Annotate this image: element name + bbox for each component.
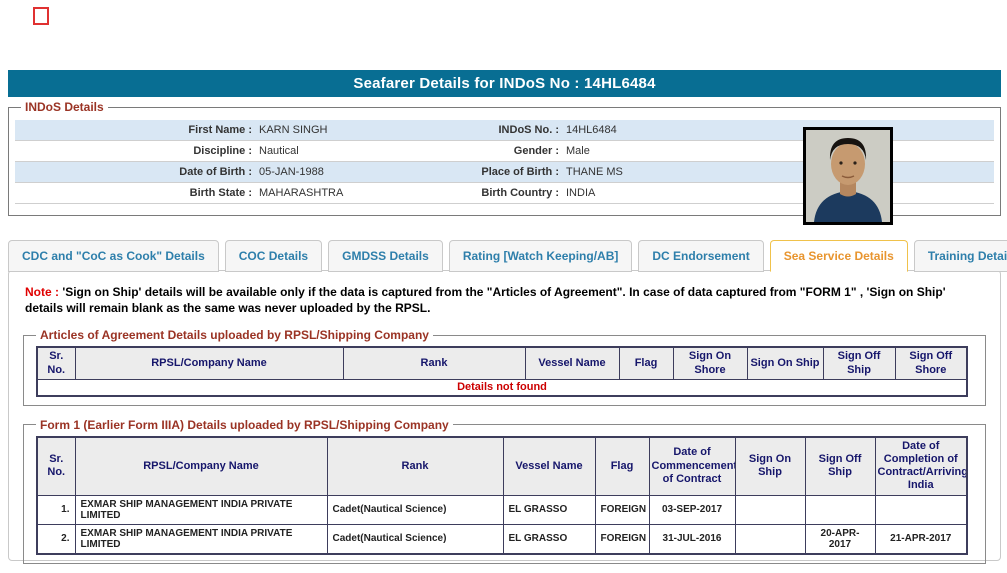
birth-country-value: INDIA xyxy=(566,187,596,199)
cell-completion-date: 21-APR-2017 xyxy=(874,523,968,554)
place-of-birth-value: THANE MS xyxy=(566,166,623,178)
col-rpsl-company-name: RPSL/Company Name xyxy=(74,346,344,380)
cell-rank: Cadet(Nautical Science) xyxy=(326,523,504,554)
tab-training-details[interactable]: Training Details xyxy=(913,240,1007,272)
col-sr-no: Sr. No. xyxy=(36,436,76,496)
indos-details-legend: INDoS Details xyxy=(25,100,104,114)
cell-sign-off-ship xyxy=(804,494,876,525)
col-rpsl-company-name: RPSL/Company Name xyxy=(74,436,328,496)
col-date-of-completion: Date of Completion of Contract/Arriving … xyxy=(874,436,968,496)
tab-sea-service-details[interactable]: Sea Service Details xyxy=(769,240,908,272)
cell-completion-date xyxy=(874,494,968,525)
cell-company: EXMAR SHIP MANAGEMENT INDIA PRIVATE LIMI… xyxy=(74,523,328,554)
col-sign-off-shore: Sign Off Shore xyxy=(894,346,968,380)
place-of-birth-label: Place of Birth : xyxy=(481,166,559,178)
tab-rating-watch-keeping-ab[interactable]: Rating [Watch Keeping/AB] xyxy=(448,240,633,272)
discipline-value: Nautical xyxy=(259,145,299,157)
tab-dc-endorsement[interactable]: DC Endorsement xyxy=(638,240,764,272)
col-date-of-commencement: Date of Commencement of Contract xyxy=(648,436,736,496)
birth-state-value: MAHARASHTRA xyxy=(259,187,344,199)
first-name-label: First Name : xyxy=(188,124,252,136)
indos-no-label: INDoS No. : xyxy=(498,124,560,136)
cell-vessel: EL GRASSO xyxy=(502,523,596,554)
cell-flag: FOREIGN xyxy=(594,494,650,525)
form1-table: Sr. No. RPSL/Company Name Rank Vessel Na… xyxy=(36,435,968,555)
cell-flag: FOREIGN xyxy=(594,523,650,554)
col-sign-on-ship: Sign On Ship xyxy=(746,346,824,380)
col-rank: Rank xyxy=(326,436,504,496)
date-of-birth-label: Date of Birth : xyxy=(179,166,252,178)
col-vessel-name: Vessel Name xyxy=(524,346,620,380)
col-flag: Flag xyxy=(618,346,674,380)
col-rank: Rank xyxy=(342,346,526,380)
details-not-found-message: Details not found xyxy=(36,378,968,397)
cell-sign-off-ship: 20-APR-2017 xyxy=(804,523,876,554)
tab-gmdss-details[interactable]: GMDSS Details xyxy=(328,240,443,272)
table-row: 1. EXMAR SHIP MANAGEMENT INDIA PRIVATE L… xyxy=(36,494,968,525)
broken-image-icon xyxy=(33,7,49,25)
birth-country-label: Birth Country : xyxy=(481,187,559,199)
tab-bar: CDC and "CoC as Cook" Details COC Detail… xyxy=(8,240,1007,272)
table-header-row: Sr. No. RPSL/Company Name Rank Vessel Na… xyxy=(36,346,968,380)
col-sign-off-ship: Sign Off Ship xyxy=(822,346,896,380)
form1-legend: Form 1 (Earlier Form IIIA) Details uploa… xyxy=(40,417,449,432)
indos-no-value: 14HL6484 xyxy=(566,124,617,136)
indos-details-section: INDoS Details First Name : KARN SINGH IN… xyxy=(8,100,1001,225)
seafarer-photo xyxy=(803,127,893,225)
first-name-value: KARN SINGH xyxy=(259,124,328,136)
gender-value: Male xyxy=(566,145,590,157)
cell-commencement-date: 03-SEP-2017 xyxy=(648,494,736,525)
cell-sr-no: 1. xyxy=(36,494,76,525)
date-of-birth-value: 05-JAN-1988 xyxy=(259,166,324,178)
col-flag: Flag xyxy=(594,436,650,496)
note-text: Note : 'Sign on Ship' details will be av… xyxy=(25,284,984,316)
cell-rank: Cadet(Nautical Science) xyxy=(326,494,504,525)
table-row: 2. EXMAR SHIP MANAGEMENT INDIA PRIVATE L… xyxy=(36,523,968,554)
articles-of-agreement-legend: Articles of Agreement Details uploaded b… xyxy=(40,328,429,343)
tab-cdc-coc-cook-details[interactable]: CDC and "CoC as Cook" Details xyxy=(8,240,219,272)
col-sign-off-ship: Sign Off Ship xyxy=(804,436,876,496)
cell-company: EXMAR SHIP MANAGEMENT INDIA PRIVATE LIMI… xyxy=(74,494,328,525)
discipline-label: Discipline : xyxy=(193,145,252,157)
gender-label: Gender : xyxy=(513,145,559,157)
empty-row: Details not found xyxy=(36,378,968,397)
col-sign-on-shore: Sign On Shore xyxy=(672,346,748,380)
cell-sr-no: 2. xyxy=(36,523,76,554)
form1-section: Form 1 (Earlier Form IIIA) Details uploa… xyxy=(23,417,986,564)
cell-sign-on-ship xyxy=(734,494,806,525)
note-prefix: Note : xyxy=(25,285,59,299)
col-vessel-name: Vessel Name xyxy=(502,436,596,496)
col-sign-on-ship: Sign On Ship xyxy=(734,436,806,496)
tab-coc-details[interactable]: COC Details xyxy=(224,240,323,272)
page-title: Seafarer Details for INDoS No : 14HL6484 xyxy=(8,70,1001,97)
cell-sign-on-ship xyxy=(734,523,806,554)
table-header-row: Sr. No. RPSL/Company Name Rank Vessel Na… xyxy=(36,436,968,496)
articles-of-agreement-table: Sr. No. RPSL/Company Name Rank Vessel Na… xyxy=(36,346,968,397)
sea-service-panel: Note : 'Sign on Ship' details will be av… xyxy=(8,270,1001,564)
cell-commencement-date: 31-JUL-2016 xyxy=(648,523,736,554)
note-body: 'Sign on Ship' details will be available… xyxy=(25,285,946,316)
birth-state-label: Birth State : xyxy=(189,187,252,199)
cell-vessel: EL GRASSO xyxy=(502,494,596,525)
col-sr-no: Sr. No. xyxy=(36,346,76,380)
articles-of-agreement-section: Articles of Agreement Details uploaded b… xyxy=(23,328,986,406)
